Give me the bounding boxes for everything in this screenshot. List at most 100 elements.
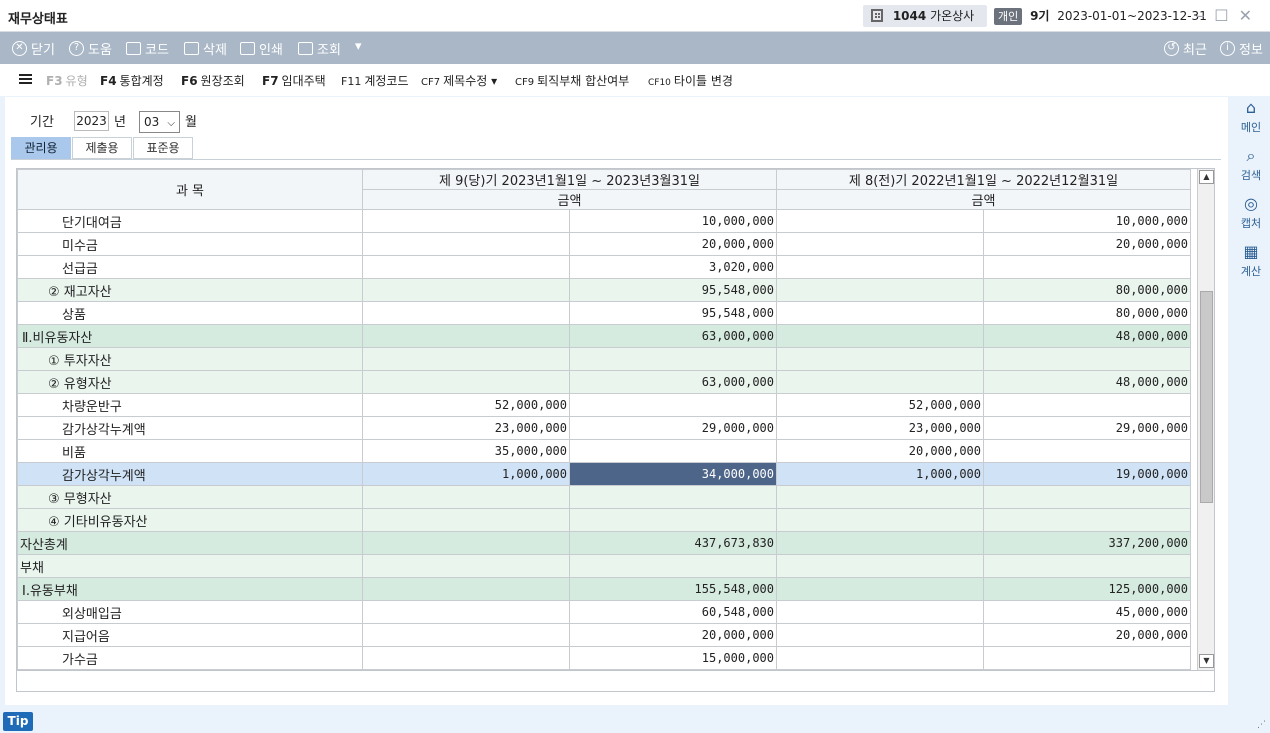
- company-selector[interactable]: 1044 가온상사: [863, 5, 987, 27]
- table-row[interactable]: ① 투자자산: [17, 347, 1191, 371]
- account-name-cell[interactable]: 단기대여금: [17, 209, 363, 233]
- amount-cell[interactable]: [983, 485, 1191, 509]
- amount-cell[interactable]: [983, 255, 1191, 279]
- month-select[interactable]: 03 ⌵: [139, 111, 180, 133]
- amount-cell[interactable]: 63,000,000: [569, 324, 777, 348]
- amount-cell[interactable]: [776, 255, 984, 279]
- amount-cell[interactable]: [362, 623, 570, 647]
- f7-rental-housing-button[interactable]: F7 임대주택: [262, 72, 326, 89]
- minimize-icon[interactable]: –: [1196, 6, 1214, 25]
- table-row[interactable]: 감가상각누계액 1,000,000 34,000,000 1,000,000 19,00…: [17, 462, 1191, 486]
- amount-cell[interactable]: [776, 278, 984, 302]
- amount-cell[interactable]: [362, 508, 570, 532]
- scroll-down-icon[interactable]: ▼: [1199, 654, 1214, 668]
- amount-cell[interactable]: [362, 554, 570, 578]
- help-button[interactable]: ? 도움: [69, 39, 112, 58]
- more-button[interactable]: ▾: [355, 39, 362, 54]
- amount-cell[interactable]: [569, 393, 777, 417]
- code-button[interactable]: 코드: [126, 39, 169, 58]
- fiscal-info[interactable]: 개인 9기 2023-01-01~2023-12-31: [994, 5, 1207, 27]
- amount-cell[interactable]: [776, 370, 984, 394]
- close-window-icon[interactable]: ✕: [1239, 6, 1262, 25]
- cf7-edit-title-button[interactable]: CF7 제목수정 ▾: [421, 72, 497, 89]
- amount-cell[interactable]: [983, 347, 1191, 371]
- amount-cell[interactable]: [983, 393, 1191, 417]
- amount-cell[interactable]: [776, 577, 984, 601]
- f6-ledger-button[interactable]: F6 원장조회: [181, 72, 245, 89]
- table-row[interactable]: ② 재고자산 95,548,000 80,000,000: [17, 278, 1191, 302]
- amount-cell[interactable]: [776, 554, 984, 578]
- amount-cell[interactable]: [569, 554, 777, 578]
- table-row[interactable]: 단기대여금 10,000,000 10,000,000: [17, 209, 1191, 233]
- amount-cell[interactable]: [362, 209, 570, 233]
- account-name-cell[interactable]: 지급어음: [17, 623, 363, 647]
- amount-cell[interactable]: [983, 646, 1191, 670]
- tab-standard[interactable]: 표준용: [133, 137, 193, 159]
- account-name-cell[interactable]: 자산총계: [17, 531, 363, 555]
- search-button[interactable]: 조회: [298, 39, 341, 58]
- amount-cell[interactable]: 52,000,000: [776, 393, 984, 417]
- vertical-scrollbar[interactable]: ▲ ▼: [1197, 169, 1214, 670]
- recent-button[interactable]: ↺ 최근: [1164, 39, 1207, 58]
- amount-cell[interactable]: [362, 577, 570, 601]
- amount-cell[interactable]: 60,548,000: [569, 600, 777, 624]
- resize-grip-icon[interactable]: ⋰: [1257, 720, 1266, 730]
- close-button[interactable]: ✕ 닫기: [12, 39, 55, 58]
- amount-cell[interactable]: [776, 508, 984, 532]
- amount-cell[interactable]: [362, 531, 570, 555]
- amount-cell[interactable]: [362, 255, 570, 279]
- amount-cell[interactable]: [362, 485, 570, 509]
- amount-cell[interactable]: 95,548,000: [569, 301, 777, 325]
- amount-cell[interactable]: 23,000,000: [362, 416, 570, 440]
- delete-button[interactable]: 삭제: [184, 39, 227, 58]
- account-name-cell[interactable]: ④ 기타비유동자산: [17, 508, 363, 532]
- amount-cell[interactable]: [983, 439, 1191, 463]
- amount-cell[interactable]: 23,000,000: [776, 416, 984, 440]
- amount-cell[interactable]: [362, 370, 570, 394]
- amount-cell[interactable]: [362, 232, 570, 256]
- account-name-cell[interactable]: 선급금: [17, 255, 363, 279]
- amount-cell[interactable]: [983, 508, 1191, 532]
- account-name-cell[interactable]: 비품: [17, 439, 363, 463]
- amount-cell[interactable]: 3,020,000: [569, 255, 777, 279]
- amount-cell[interactable]: [776, 485, 984, 509]
- account-name-cell[interactable]: ② 유형자산: [17, 370, 363, 394]
- amount-cell[interactable]: [776, 324, 984, 348]
- amount-cell[interactable]: 20,000,000: [983, 232, 1191, 256]
- amount-cell[interactable]: 45,000,000: [983, 600, 1191, 624]
- account-name-cell[interactable]: 상품: [17, 301, 363, 325]
- table-row[interactable]: 감가상각누계액 23,000,000 29,000,000 23,000,000 29,…: [17, 416, 1191, 440]
- amount-cell[interactable]: [776, 209, 984, 233]
- print-button[interactable]: 인쇄: [240, 39, 283, 58]
- amount-cell[interactable]: [776, 301, 984, 325]
- amount-cell[interactable]: 80,000,000: [983, 301, 1191, 325]
- table-row[interactable]: 자산총계 437,673,830 337,200,000: [17, 531, 1191, 555]
- amount-cell[interactable]: 48,000,000: [983, 324, 1191, 348]
- table-row[interactable]: 비품 35,000,000 20,000,000: [17, 439, 1191, 463]
- amount-cell[interactable]: 19,000,000: [983, 462, 1191, 486]
- cf10-title-change-button[interactable]: CF10 타이틀 변경: [648, 72, 733, 89]
- amount-cell[interactable]: 1,000,000: [362, 462, 570, 486]
- table-row[interactable]: Ⅱ.비유동자산 63,000,000 48,000,000: [17, 324, 1191, 348]
- f11-account-code-button[interactable]: F11 계정코드: [341, 72, 409, 89]
- amount-cell[interactable]: [362, 324, 570, 348]
- table-row[interactable]: 상품 95,548,000 80,000,000: [17, 301, 1191, 325]
- amount-cell[interactable]: 29,000,000: [569, 416, 777, 440]
- amount-cell[interactable]: 337,200,000: [983, 531, 1191, 555]
- amount-cell[interactable]: 1,000,000: [776, 462, 984, 486]
- table-row[interactable]: 차량운반구 52,000,000 52,000,000: [17, 393, 1191, 417]
- table-row[interactable]: ② 유형자산 63,000,000 48,000,000: [17, 370, 1191, 394]
- search-shortcut[interactable]: ⌕ 검색: [1232, 147, 1270, 183]
- account-name-cell[interactable]: 감가상각누계액: [17, 416, 363, 440]
- maximize-icon[interactable]: ☐: [1214, 6, 1238, 25]
- amount-cell[interactable]: [776, 600, 984, 624]
- tip-button[interactable]: Tip: [3, 712, 33, 731]
- account-name-cell[interactable]: 차량운반구: [17, 393, 363, 417]
- amount-cell[interactable]: [362, 600, 570, 624]
- scroll-up-icon[interactable]: ▲: [1199, 170, 1214, 184]
- account-name-cell[interactable]: 미수금: [17, 232, 363, 256]
- amount-cell[interactable]: 125,000,000: [983, 577, 1191, 601]
- amount-cell[interactable]: [776, 531, 984, 555]
- amount-cell[interactable]: 63,000,000: [569, 370, 777, 394]
- table-row[interactable]: ③ 무형자산: [17, 485, 1191, 509]
